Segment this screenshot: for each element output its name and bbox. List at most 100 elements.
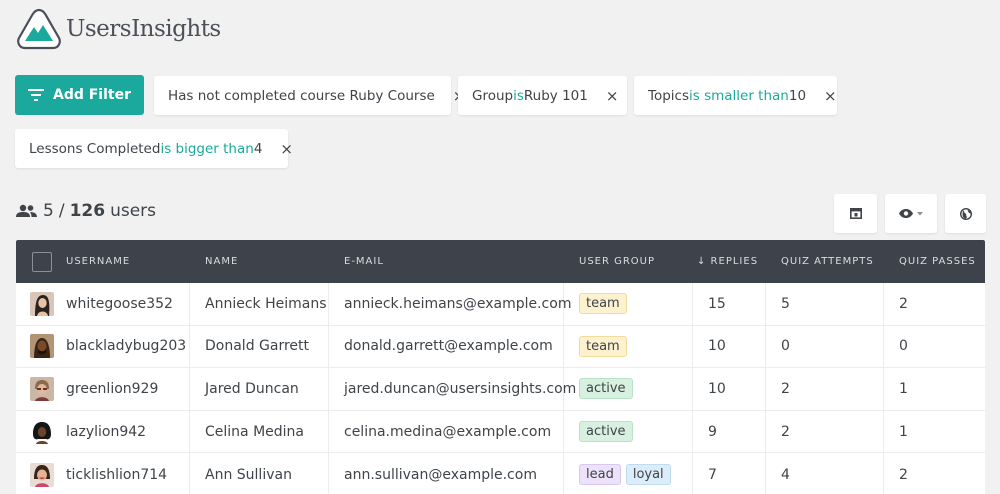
quiz-attempts: 4: [781, 466, 790, 483]
columns-button[interactable]: [834, 194, 877, 233]
filter-text: Group: [472, 87, 514, 104]
column-divider: [765, 410, 766, 453]
filter-chip[interactable]: Has not completed course Ruby Course ×: [154, 76, 465, 115]
layout-columns-icon: [849, 208, 862, 219]
column-divider: [328, 283, 329, 325]
column-divider: [189, 283, 190, 325]
col-user-group[interactable]: User Group: [579, 240, 655, 283]
group-tag[interactable]: loyal: [625, 464, 671, 486]
column-divider: [189, 453, 190, 494]
filter-chip[interactable]: Lessons Completed is bigger than 4 ×: [15, 129, 293, 168]
username[interactable]: ticklishlion714: [66, 453, 167, 494]
visibility-dropdown-button[interactable]: [885, 194, 937, 233]
filter-value: Ruby 101: [523, 87, 588, 104]
email: jared.duncan@usersinsights.com: [344, 380, 577, 397]
avatar[interactable]: [30, 462, 54, 487]
group-tag[interactable]: active: [579, 378, 633, 400]
group-tag[interactable]: active: [579, 421, 633, 443]
table-row[interactable]: blackladybug203 Donald Garrett donald.ga…: [16, 325, 985, 369]
column-divider: [765, 368, 766, 410]
replies: 9: [708, 423, 717, 440]
full-name: Donald Garrett: [205, 338, 310, 355]
table-row[interactable]: lazylion942 Celina Medina celina.medina@…: [16, 410, 985, 454]
filter-chip[interactable]: Topics is smaller than 10 ×: [634, 76, 837, 115]
quiz-attempts: 2: [781, 380, 790, 397]
table-row[interactable]: greenlion929 Jared Duncan jared.duncan@u…: [16, 368, 985, 411]
user-groups: team: [579, 283, 632, 325]
add-filter-button[interactable]: Add Filter: [15, 75, 144, 115]
replies: 10: [708, 380, 726, 397]
app-logo: UsersInsights: [16, 8, 221, 50]
avatar[interactable]: [30, 419, 54, 444]
column-divider: [563, 325, 564, 368]
col-quiz-attempts[interactable]: Quiz Attempts: [781, 240, 874, 283]
table-row[interactable]: whitegoose352 Annieck Heimans annieck.he…: [16, 283, 985, 326]
avatar-cell: [30, 326, 54, 368]
remove-filter-icon[interactable]: ×: [280, 140, 306, 158]
column-divider: [692, 283, 693, 325]
username[interactable]: lazylion942: [66, 411, 146, 453]
avatar-cell: [30, 411, 54, 453]
username[interactable]: whitegoose352: [66, 283, 173, 325]
filter-text: Has not completed course Ruby Course: [168, 87, 435, 104]
user-groups: active: [579, 411, 638, 453]
email: annieck.heimans@example.com: [344, 295, 572, 312]
col-replies[interactable]: ↓ Replies: [697, 240, 758, 283]
column-divider: [883, 453, 884, 494]
quiz-passes: 1: [899, 380, 908, 397]
column-divider: [328, 410, 329, 453]
replies: 7: [708, 466, 717, 483]
filter-text: Lessons Completed: [29, 140, 161, 157]
quiz-passes: 2: [899, 295, 908, 312]
group-tag[interactable]: lead: [579, 464, 621, 486]
remove-filter-icon[interactable]: ×: [606, 87, 632, 105]
user-count: 5 / 126 users: [16, 201, 156, 221]
filter-lines-icon: [27, 89, 44, 101]
filter-operator: is: [513, 87, 524, 104]
column-divider: [765, 453, 766, 494]
column-divider: [189, 368, 190, 410]
user-groups: lead loyal: [579, 453, 676, 494]
group-tag[interactable]: team: [579, 335, 627, 357]
quiz-passes: 1: [899, 423, 908, 440]
column-divider: [692, 453, 693, 494]
quiz-attempts: 2: [781, 423, 790, 440]
col-quiz-passes[interactable]: Quiz Passes: [899, 240, 976, 283]
group-tag[interactable]: team: [579, 293, 627, 315]
username[interactable]: greenlion929: [66, 368, 158, 410]
total-count: 126: [69, 201, 106, 221]
replies: 15: [708, 295, 726, 312]
column-divider: [563, 410, 564, 453]
table-row[interactable]: ticklishlion714 Ann Sullivan ann.sulliva…: [16, 453, 985, 494]
email: donald.garrett@example.com: [344, 338, 553, 355]
column-divider: [765, 283, 766, 325]
globe-button[interactable]: [945, 194, 986, 233]
column-divider: [765, 325, 766, 368]
add-filter-label: Add Filter: [52, 87, 131, 103]
avatar[interactable]: [30, 291, 54, 316]
eye-icon: [899, 209, 913, 218]
filter-text: Topics: [648, 87, 689, 104]
username[interactable]: blackladybug203: [66, 326, 186, 368]
avatar[interactable]: [30, 376, 54, 401]
column-divider: [563, 453, 564, 494]
avatar[interactable]: [30, 334, 54, 359]
shown-count: 5: [43, 201, 54, 221]
column-divider: [189, 325, 190, 368]
filter-chip[interactable]: Group is Ruby 101 ×: [458, 76, 627, 115]
column-divider: [883, 368, 884, 410]
user-groups: active: [579, 368, 638, 410]
column-divider: [328, 368, 329, 410]
col-name[interactable]: Name: [205, 240, 238, 283]
avatar-cell: [30, 368, 54, 410]
caret-down-icon: [917, 211, 923, 215]
count-unit: users: [110, 201, 156, 221]
col-username[interactable]: Username: [66, 240, 130, 283]
column-divider: [883, 410, 884, 453]
column-divider: [692, 410, 693, 453]
col-email[interactable]: E-mail: [344, 240, 384, 283]
full-name: Jared Duncan: [205, 380, 299, 397]
select-all-checkbox[interactable]: [32, 251, 52, 272]
quiz-attempts: 0: [781, 338, 790, 355]
remove-filter-icon[interactable]: ×: [824, 87, 850, 105]
